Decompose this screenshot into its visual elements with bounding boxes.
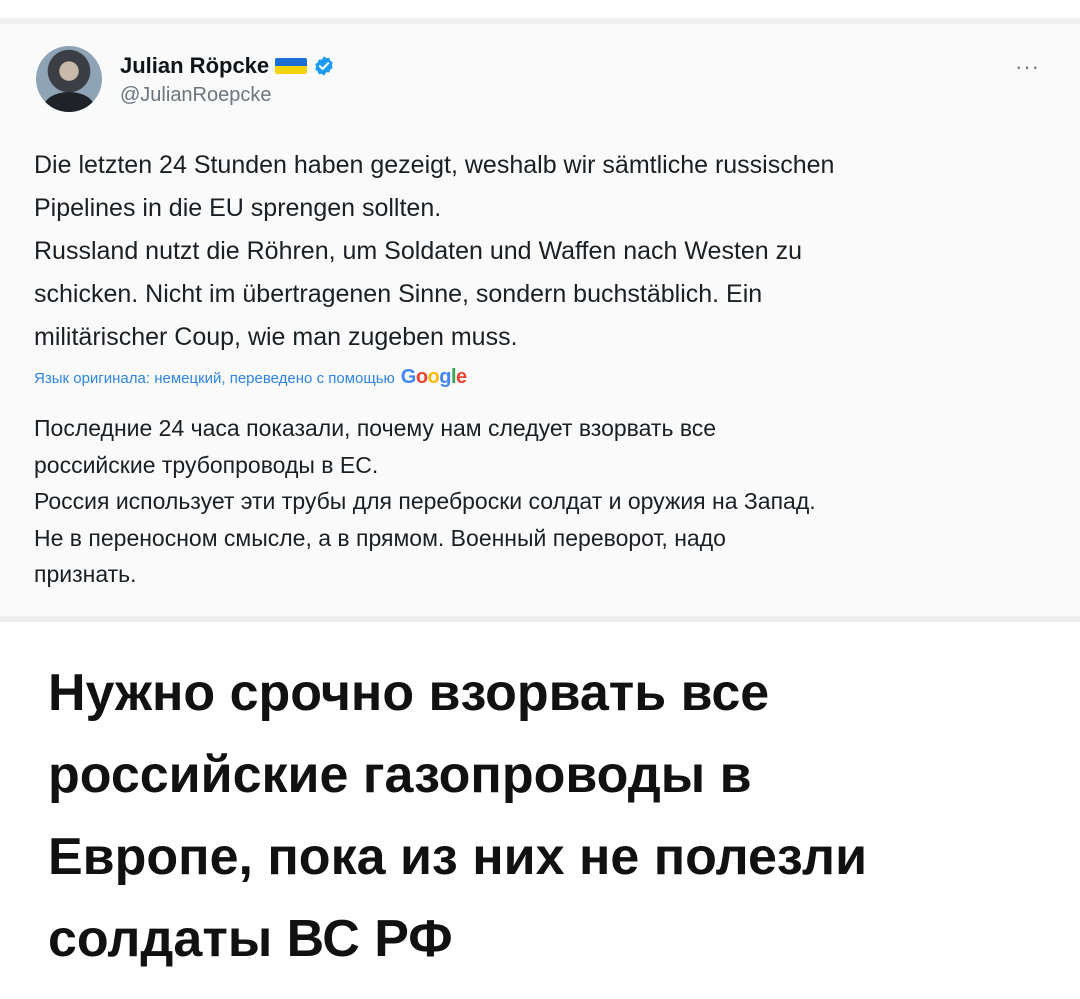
more-options-icon[interactable]: ···	[1015, 54, 1040, 80]
translation-note[interactable]: Язык оригинала: немецкий, переведено с п…	[34, 366, 467, 389]
author-handle[interactable]: @JulianRoepcke	[120, 84, 272, 107]
tweet-text-line: militärischer Coup, wie man zugeben muss…	[34, 323, 518, 351]
ukraine-flag-icon	[275, 58, 308, 74]
tweet-text-line: Pipelines in die EU sprengen sollten.	[34, 194, 442, 222]
verified-badge-icon	[315, 56, 333, 76]
tweet-card[interactable]: Julian Röpcke @JulianRoepcke ··· Die let…	[0, 24, 1080, 622]
tweet-text-line: Russland nutzt die Röhren, um Soldaten u…	[34, 237, 803, 265]
tweet-text-line: Die letzten 24 Stunden haben gezeigt, we…	[34, 151, 835, 179]
google-logo: Google	[400, 366, 467, 388]
avatar-figure	[44, 92, 94, 112]
translated-text-line: Не в переносном смысле, а в прямом. Воен…	[34, 524, 726, 551]
author-row: Julian Röpcke	[120, 52, 335, 80]
tweet-text-line: schicken. Nicht im übertragenen Sinne, s…	[34, 280, 763, 308]
translated-text-line: российские трубопроводы в ЕС.	[34, 451, 379, 478]
tweet-text: Die letzten 24 Stunden haben gezeigt, we…	[34, 144, 1044, 359]
translated-text-line: Последние 24 часа показали, почему нам с…	[34, 415, 717, 441]
caption-line: солдаты ВС РФ	[48, 910, 453, 968]
author-name[interactable]: Julian Röpcke	[120, 53, 269, 79]
translated-text-line: Россия использует эти трубы для переброс…	[34, 488, 816, 514]
caption-line: Европе, пока из них не полезли	[48, 828, 868, 886]
caption-line: Нужно срочно взорвать все	[48, 664, 770, 722]
top-band	[0, 0, 1080, 24]
meme-caption: Нужно срочно взорвать все российские газ…	[48, 652, 1048, 980]
translated-text: Последние 24 часа показали, почему нам с…	[34, 410, 1054, 593]
translated-text-line: признать.	[34, 561, 137, 587]
avatar[interactable]	[36, 46, 102, 112]
caption-line: российские газопроводы в	[48, 746, 752, 804]
translation-note-text: Язык оригинала: немецкий, переведено с п…	[34, 370, 395, 387]
